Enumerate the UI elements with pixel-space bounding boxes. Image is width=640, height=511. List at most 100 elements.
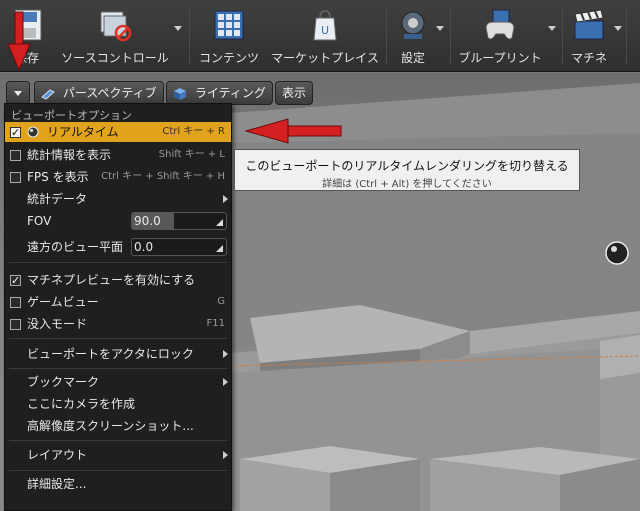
far-plane-label: 遠方のビュー平面 xyxy=(27,240,124,254)
chevron-down-icon[interactable] xyxy=(174,26,182,31)
menu-item-immersive[interactable]: 没入モード F11 xyxy=(5,314,231,334)
lighting-button[interactable]: ライティング xyxy=(166,81,273,105)
toolbar-divider xyxy=(562,8,563,64)
matinee-label: マチネ xyxy=(570,51,607,65)
matinee-preview-checkbox[interactable] xyxy=(10,271,21,291)
show-fps-label: FPS を表示 xyxy=(27,170,89,184)
marketplace-bag-icon: U xyxy=(313,10,337,41)
chevron-down-icon[interactable] xyxy=(548,26,556,31)
submenu-arrow-icon xyxy=(223,350,228,358)
game-view-label: ゲームビュー xyxy=(27,295,99,309)
immersive-shortcut: F11 xyxy=(206,318,225,329)
matinee-preview-label: マチネプレビューを有効にする xyxy=(27,273,196,287)
chevron-down-icon xyxy=(14,91,22,96)
fov-slider[interactable]: 90.0 xyxy=(131,212,227,230)
chevron-down-icon[interactable] xyxy=(436,26,444,31)
toolbar-divider xyxy=(450,8,451,64)
menu-item-lock-to-actor[interactable]: ビューポートをアクタにロック xyxy=(5,344,231,364)
menu-item-realtime[interactable]: リアルタイム Ctrl キー + R xyxy=(5,122,231,143)
fov-label: FOV xyxy=(27,214,52,228)
toolbar-divider xyxy=(189,8,190,64)
far-plane-value: 0.0 xyxy=(134,240,154,254)
tooltip-subtitle: 詳細は (Ctrl + Alt) を押してください xyxy=(322,179,492,190)
show-stats-label: 統計情報を表示 xyxy=(27,148,112,162)
gamepad-icon xyxy=(485,9,515,40)
advanced-settings-label: 詳細設定... xyxy=(27,477,87,491)
menu-item-hires-screenshot[interactable]: 高解像度スクリーンショット... xyxy=(5,416,231,436)
lock-to-actor-label: ビューポートをアクタにロック xyxy=(27,347,194,361)
marketplace-button[interactable]: U マーケットプレイス xyxy=(266,4,384,68)
bookmarks-label: ブックマーク xyxy=(27,375,100,389)
content-button[interactable]: コンテンツ xyxy=(194,4,264,68)
stat-data-label: 統計データ xyxy=(27,192,88,206)
settings-label: 設定 xyxy=(400,51,425,65)
menu-divider xyxy=(9,262,227,263)
game-view-shortcut: G xyxy=(217,296,225,307)
realtime-label: リアルタイム xyxy=(47,125,119,139)
menu-header: ビューポートオプション xyxy=(11,109,132,122)
save-icon xyxy=(14,9,42,41)
toolbar-divider xyxy=(386,8,387,64)
blueprints-button[interactable]: ブループリント xyxy=(454,4,546,68)
fov-value: 90.0 xyxy=(134,214,161,228)
resize-grip-icon xyxy=(216,219,223,226)
show-button[interactable]: 表示 xyxy=(275,81,314,105)
menu-item-show-stats[interactable]: 統計情報を表示 Shift キー + L xyxy=(5,145,231,165)
realtime-tooltip: このビューポートのリアルタイムレンダリングを切り替える 詳細は (Ctrl + … xyxy=(234,149,580,191)
show-stats-shortcut: Shift キー + L xyxy=(158,149,225,160)
svg-text:U: U xyxy=(321,24,329,37)
show-label: 表示 xyxy=(282,86,307,100)
menu-item-create-camera[interactable]: ここにカメラを作成 xyxy=(5,394,231,414)
toolbar-divider xyxy=(626,8,627,64)
matinee-button[interactable]: マチネ xyxy=(566,4,612,68)
clapperboard-icon xyxy=(574,9,604,40)
menu-item-stat-data[interactable]: 統計データ xyxy=(5,189,231,209)
gear-icon xyxy=(401,11,425,39)
main-toolbar: 保存 ソースコントロール コンテンツ U マーケットプレイス 設定 ブループリン… xyxy=(0,0,640,72)
viewport-options-button[interactable] xyxy=(6,81,30,105)
immersive-checkbox[interactable] xyxy=(10,319,21,330)
save-button[interactable]: 保存 xyxy=(0,4,54,68)
menu-divider xyxy=(9,368,227,369)
submenu-arrow-icon xyxy=(223,451,228,459)
settings-button[interactable]: 設定 xyxy=(390,4,436,68)
menu-divider xyxy=(9,440,227,441)
menu-item-layout[interactable]: レイアウト xyxy=(5,445,231,465)
save-label: 保存 xyxy=(14,51,39,65)
lighting-label: ライティング xyxy=(194,86,266,100)
viewport-options-menu: ビューポートオプション リアルタイム Ctrl キー + R 統計情報を表示 S… xyxy=(4,103,232,511)
submenu-arrow-icon xyxy=(223,195,228,203)
source-control-icon xyxy=(100,11,132,42)
menu-item-advanced-settings[interactable]: 詳細設定... xyxy=(5,474,231,494)
immersive-label: 没入モード xyxy=(27,317,88,331)
source-control-button[interactable]: ソースコントロール xyxy=(56,4,174,68)
perspective-label: パースペクティブ xyxy=(62,86,157,100)
perspective-icon xyxy=(41,88,55,100)
realtime-sphere-icon xyxy=(27,126,39,138)
lit-cube-icon xyxy=(174,87,186,100)
layout-label: レイアウト xyxy=(27,448,88,462)
show-fps-shortcut: Ctrl キー + Shift キー + H xyxy=(101,171,225,182)
blueprints-label: ブループリント xyxy=(458,51,542,65)
content-label: コンテンツ xyxy=(198,51,259,65)
submenu-arrow-icon xyxy=(223,378,228,386)
chevron-down-icon[interactable] xyxy=(614,26,622,31)
resize-grip-icon xyxy=(216,245,223,252)
show-stats-checkbox[interactable] xyxy=(10,150,21,161)
content-grid-icon xyxy=(214,10,244,40)
far-plane-field[interactable]: 0.0 xyxy=(131,238,227,256)
create-camera-label: ここにカメラを作成 xyxy=(27,397,136,411)
show-fps-checkbox[interactable] xyxy=(10,172,21,183)
menu-item-bookmarks[interactable]: ブックマーク xyxy=(5,372,231,392)
realtime-checkbox[interactable] xyxy=(10,123,21,143)
menu-item-show-fps[interactable]: FPS を表示 Ctrl キー + Shift キー + H xyxy=(5,167,231,187)
menu-item-game-view[interactable]: ゲームビュー G xyxy=(5,292,231,312)
hires-screenshot-label: 高解像度スクリーンショット... xyxy=(27,419,194,433)
realtime-shortcut: Ctrl キー + R xyxy=(162,126,225,137)
menu-divider xyxy=(9,338,227,339)
menu-item-matinee-preview[interactable]: マチネプレビューを有効にする xyxy=(5,270,231,291)
perspective-button[interactable]: パースペクティブ xyxy=(34,81,164,105)
menu-divider xyxy=(9,470,227,471)
game-view-checkbox[interactable] xyxy=(10,297,21,308)
source-control-label: ソースコントロール xyxy=(61,51,169,65)
